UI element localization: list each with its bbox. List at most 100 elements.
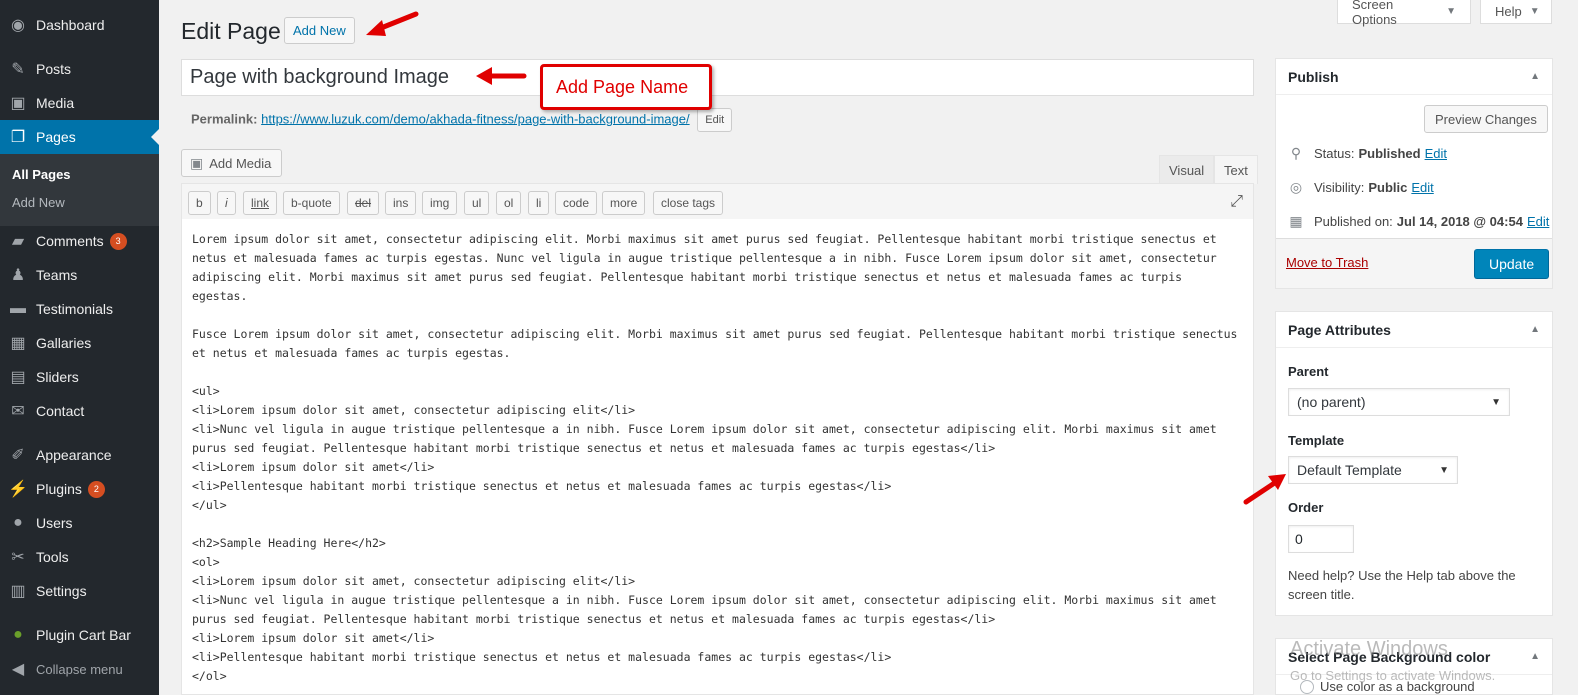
submenu-all-pages[interactable]: All Pages xyxy=(12,167,71,182)
order-input[interactable]: 0 xyxy=(1288,525,1354,553)
menu-label: Pages xyxy=(36,129,76,145)
publish-box: Publish ▲ Preview Changes ⚲ Status: Publish… xyxy=(1275,58,1553,289)
published-row: ▦ Published on: Jul 14, 2018 @ 04:54 Edit xyxy=(1286,213,1549,230)
page-attributes-title: Page Attributes xyxy=(1288,321,1391,338)
screen-options-button[interactable]: Screen Options ▼ xyxy=(1337,0,1471,27)
qt-close-tags-button[interactable]: close tags xyxy=(653,191,724,215)
publish-title: Publish xyxy=(1288,68,1339,85)
activate-windows-subtext: Go to Settings to activate Windows. xyxy=(1290,668,1496,683)
admin-sidebar: ◉ Dashboard ✎ Posts ▣ Media ❐ Pages All Page… xyxy=(0,0,159,695)
menu-label: Teams xyxy=(36,267,78,283)
menu-label: Comments xyxy=(36,233,104,249)
status-edit-link[interactable]: Edit xyxy=(1425,146,1447,161)
move-to-trash-link[interactable]: Move to Trash xyxy=(1286,255,1368,270)
menu-teams[interactable]: ♟ Teams xyxy=(0,258,159,292)
menu-dashboard[interactable]: ◉ Dashboard xyxy=(0,8,159,42)
help-button[interactable]: Help ▼ xyxy=(1480,0,1552,24)
published-value: Jul 14, 2018 @ 04:54 xyxy=(1396,214,1523,229)
screen-options-label: Screen Options xyxy=(1352,0,1397,27)
menu-sliders[interactable]: ▤ Sliders xyxy=(0,360,159,394)
menu-appearance[interactable]: ✐ Appearance xyxy=(0,438,159,472)
calendar-icon: ▦ xyxy=(1289,213,1303,229)
menu-label: Users xyxy=(36,515,73,531)
menu-settings[interactable]: ▥ Settings xyxy=(0,574,159,608)
menu-contact[interactable]: ✉ Contact xyxy=(0,394,159,428)
menu-label: Tools xyxy=(36,549,69,565)
qt-i-button[interactable]: i xyxy=(217,191,236,215)
collapse-arrow-icon[interactable]: ▲ xyxy=(1530,651,1540,662)
annotation-arrow-title xyxy=(476,67,527,85)
attributes-help-text: Need help? Use the Help tab above the sc… xyxy=(1288,568,1516,602)
status-row: ⚲ Status: Published Edit xyxy=(1286,145,1447,162)
email-icon: ✉ xyxy=(11,403,25,420)
menu-media[interactable]: ▣ Media xyxy=(0,86,159,120)
menu-plugin-cart-bar[interactable]: ● Plugin Cart Bar xyxy=(0,618,159,652)
qt-bquote-button[interactable]: b-quote xyxy=(283,191,340,215)
menu-label: Media xyxy=(36,95,75,111)
caret-down-icon: ▼ xyxy=(1529,6,1540,17)
qt-ol-button[interactable]: ol xyxy=(496,191,522,215)
collapse-menu-button[interactable]: ◀ Collapse menu xyxy=(0,652,159,686)
wp-admin-app: ◉ Dashboard ✎ Posts ▣ Media ❐ Pages All Page… xyxy=(0,0,1578,695)
collapse-arrow-icon[interactable]: ▲ xyxy=(1530,71,1540,82)
fullscreen-icon[interactable]: ⤢ xyxy=(1230,193,1243,211)
qt-img-button[interactable]: img xyxy=(422,191,458,215)
menu-testimonials[interactable]: ▬ Testimonials xyxy=(0,292,159,326)
publish-header[interactable]: Publish ▲ xyxy=(1276,59,1552,95)
add-media-button[interactable]: ▣ Add Media xyxy=(181,149,283,177)
menu-label: Plugin Cart Bar xyxy=(36,627,131,643)
publish-actions: Move to Trash Update xyxy=(1276,238,1552,288)
menu-tools[interactable]: ✂ Tools xyxy=(0,540,159,574)
qt-b-button[interactable]: b xyxy=(188,191,211,215)
menu-comments[interactable]: ▰ Comments 3 xyxy=(0,224,159,258)
tab-text[interactable]: Text xyxy=(1214,155,1258,184)
page-title: Edit Page xyxy=(181,18,281,44)
template-value: Default Template xyxy=(1297,462,1402,478)
menu-pages[interactable]: ❐ Pages xyxy=(0,120,159,154)
update-button[interactable]: Update xyxy=(1474,249,1550,279)
qt-more-button[interactable]: more xyxy=(602,191,646,215)
qt-code-button[interactable]: code xyxy=(555,191,598,215)
menu-label: Settings xyxy=(36,583,87,599)
menu-label: Contact xyxy=(36,403,85,419)
collapse-label: Collapse menu xyxy=(36,661,123,677)
menu-users[interactable]: ● Users xyxy=(0,506,159,540)
parent-value: (no parent) xyxy=(1297,394,1366,410)
tab-visual[interactable]: Visual xyxy=(1159,155,1215,184)
parent-label: Parent xyxy=(1288,364,1329,379)
menu-label: Gallaries xyxy=(36,335,92,351)
qt-ins-button[interactable]: ins xyxy=(385,191,417,215)
collapse-arrow-icon[interactable]: ▲ xyxy=(1530,324,1540,335)
status-value: Published xyxy=(1358,146,1421,161)
slides-icon: ▤ xyxy=(10,369,26,386)
page-attributes-header[interactable]: Page Attributes ▲ xyxy=(1276,312,1552,348)
menu-gallaries[interactable]: ▦ Gallaries xyxy=(0,326,159,360)
user-icon: ● xyxy=(13,514,23,531)
submenu-add-new[interactable]: Add New xyxy=(12,195,65,210)
title-input[interactable]: Page with background Image xyxy=(181,59,1254,96)
permalink-url[interactable]: https://www.luzuk.com/demo/akhada-fitnes… xyxy=(261,111,690,126)
qt-link-button[interactable]: link xyxy=(243,191,278,215)
qt-del-button[interactable]: del xyxy=(347,191,380,215)
quicktags-toolbar: b i link b-quote del ins img ul ol li co… xyxy=(181,183,1254,220)
add-new-button[interactable]: Add New xyxy=(284,17,355,44)
eye-icon: ◎ xyxy=(1289,179,1303,195)
visibility-label: Visibility: xyxy=(1314,180,1365,195)
preview-changes-button[interactable]: Preview Changes xyxy=(1424,105,1548,133)
leaf-icon: ● xyxy=(13,626,23,643)
pin-icon: ✎ xyxy=(11,61,25,78)
collapse-icon: ◀ xyxy=(11,661,25,678)
menu-posts[interactable]: ✎ Posts xyxy=(0,52,159,86)
template-select[interactable]: Default Template ▼ xyxy=(1288,456,1458,484)
visibility-edit-link[interactable]: Edit xyxy=(1411,180,1433,195)
content-textarea[interactable]: Lorem ipsum dolor sit amet, consectetur … xyxy=(181,219,1254,695)
menu-label: Sliders xyxy=(36,369,79,385)
qt-ul-button[interactable]: ul xyxy=(464,191,490,215)
menu-plugins[interactable]: ⚡ Plugins 2 xyxy=(0,472,159,506)
qt-li-button[interactable]: li xyxy=(528,191,550,215)
permalink-edit-button[interactable]: Edit xyxy=(697,108,733,132)
parent-select[interactable]: (no parent) ▼ xyxy=(1288,388,1510,416)
published-edit-link[interactable]: Edit xyxy=(1527,214,1549,229)
annotation-add-page-name: Add Page Name xyxy=(540,64,712,110)
menu-label: Testimonials xyxy=(36,301,114,317)
